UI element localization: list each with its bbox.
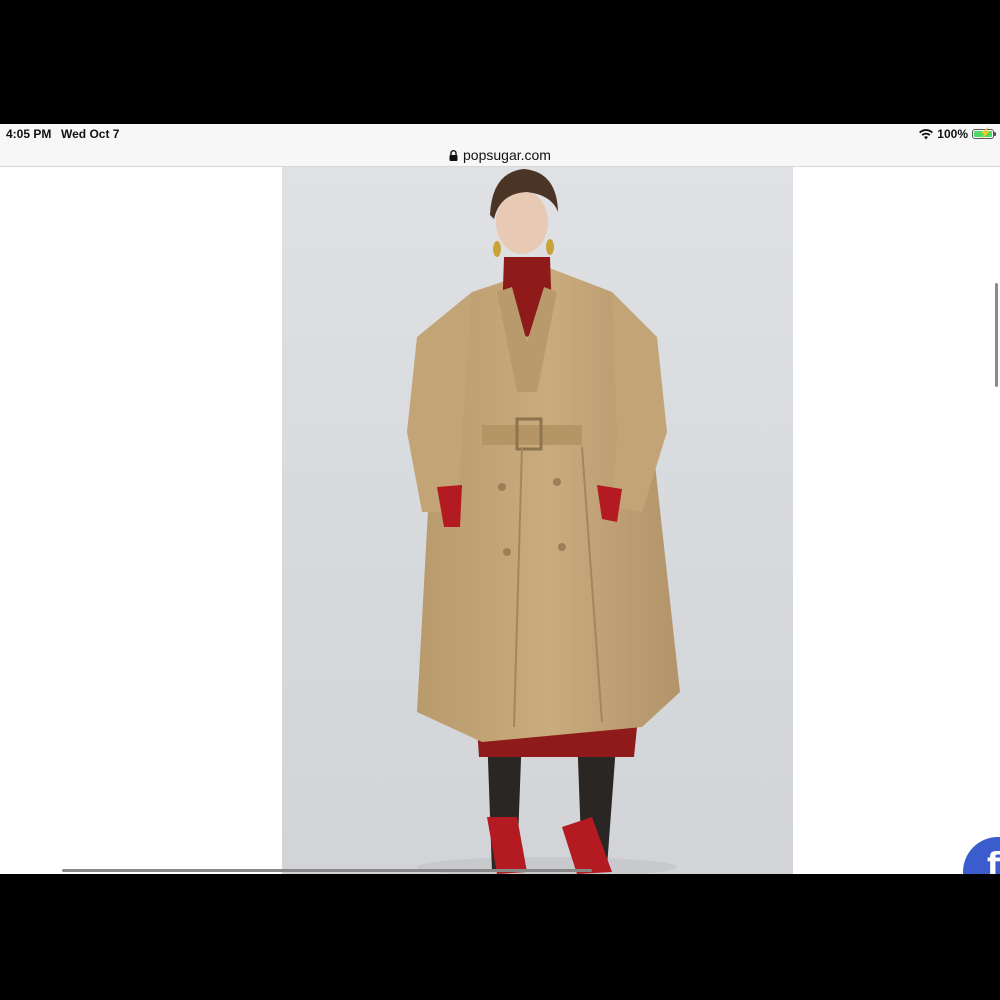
battery-percent: 100% — [937, 127, 968, 141]
status-time: 4:05 PM — [6, 127, 52, 141]
device-screen: 4:05 PM Wed Oct 7 100% ⚡ popsugar.com f — [0, 124, 1000, 874]
trench-coat-illustration — [407, 169, 680, 874]
page-progress-bar — [62, 869, 592, 872]
url-text[interactable]: popsugar.com — [463, 147, 551, 163]
facebook-share-button[interactable]: f — [963, 837, 1000, 874]
status-bar: 4:05 PM Wed Oct 7 100% ⚡ — [0, 124, 1000, 144]
facebook-icon: f — [987, 847, 1000, 874]
battery-icon: ⚡ — [972, 128, 996, 139]
scrollbar[interactable] — [995, 283, 998, 387]
lock-icon — [449, 149, 458, 161]
fashion-photo — [282, 167, 793, 874]
status-right-group: 100% ⚡ — [919, 127, 996, 141]
page-content: f — [0, 167, 1000, 874]
letterbox-top — [0, 0, 1000, 124]
letterbox-bottom — [0, 874, 1000, 1000]
address-bar[interactable]: popsugar.com — [0, 144, 1000, 167]
wifi-icon — [919, 128, 934, 139]
status-date: Wed Oct 7 — [61, 127, 120, 141]
